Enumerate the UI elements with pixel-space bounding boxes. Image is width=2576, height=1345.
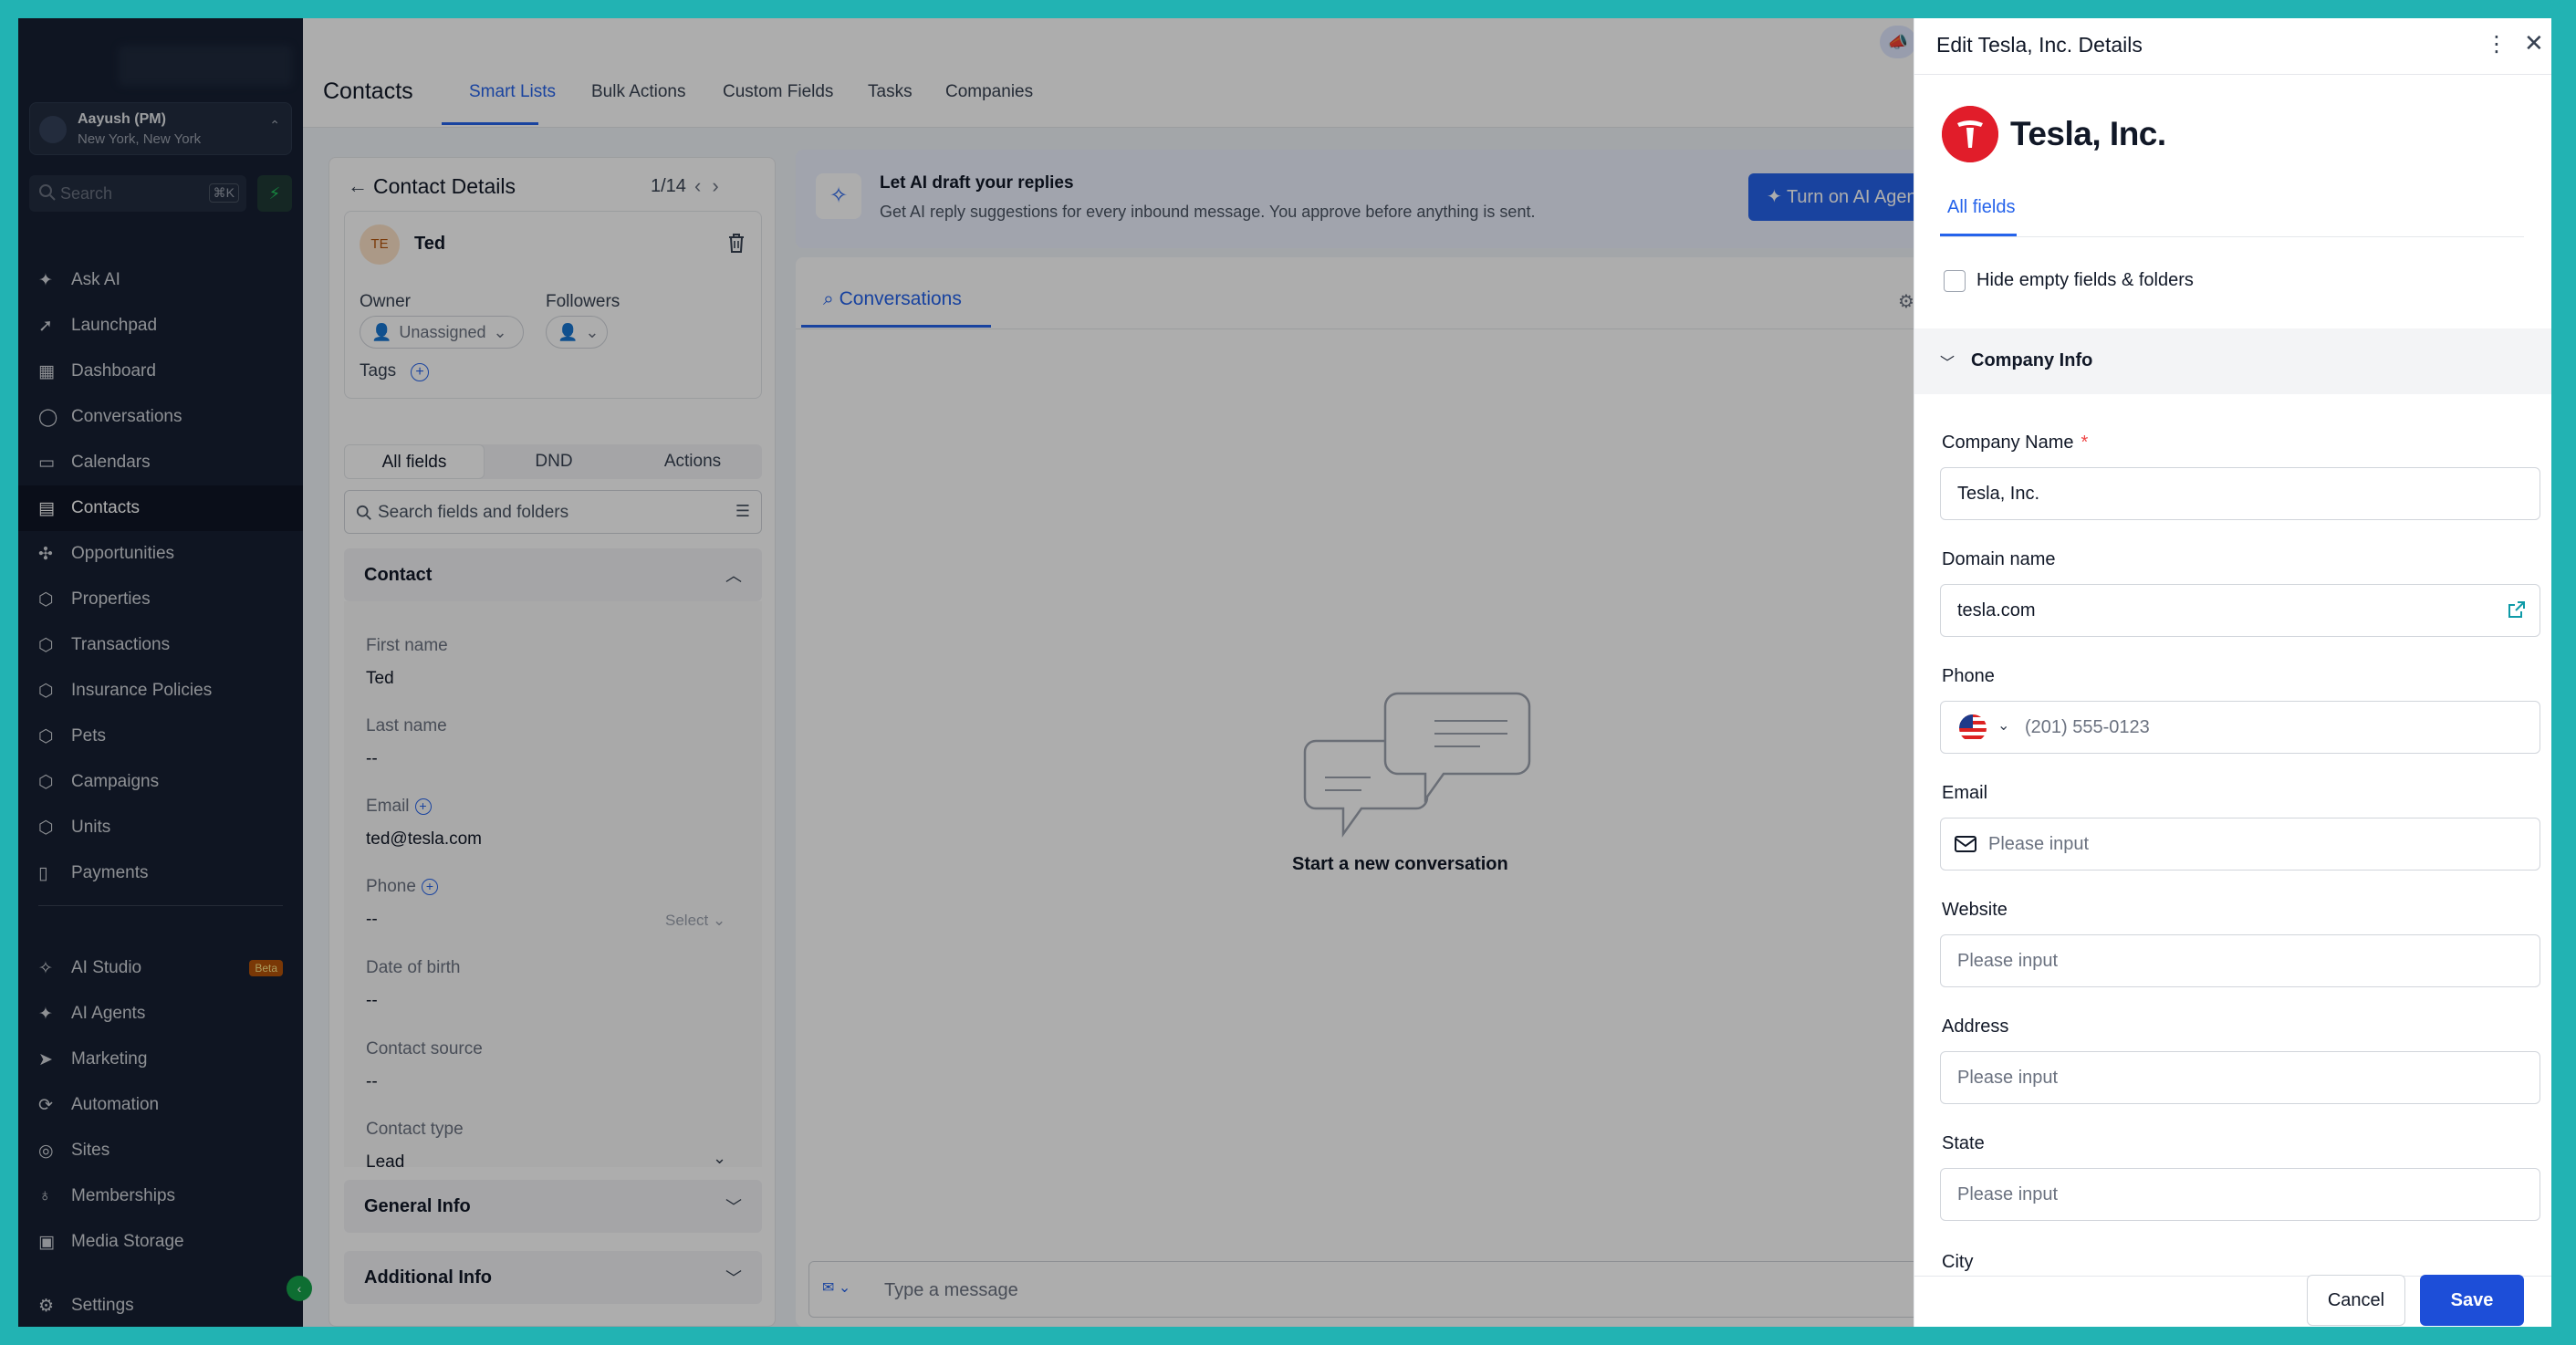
drawer-title: Edit Tesla, Inc. Details — [1936, 33, 2143, 57]
website-input[interactable]: Please input — [1940, 934, 2540, 987]
company-name-input[interactable]: Tesla, Inc. — [1940, 467, 2540, 520]
input-placeholder: (201) 555-0123 — [2025, 717, 2150, 737]
divider — [1940, 236, 2524, 237]
required-marker: * — [2081, 433, 2089, 453]
city-label: City — [1942, 1252, 1974, 1272]
app-window: Aayush (PM) New York, New York ⌃ Search … — [18, 18, 2551, 1327]
input-placeholder: Please input — [1957, 1068, 2059, 1088]
phone-label: Phone — [1942, 666, 1995, 686]
hide-empty-checkbox[interactable] — [1944, 270, 1966, 292]
domain-name-label: Domain name — [1942, 549, 2056, 569]
hide-empty-label[interactable]: Hide empty fields & folders — [1976, 270, 2194, 291]
input-value: Tesla, Inc. — [1957, 484, 2040, 504]
section-title: Company Info — [1971, 350, 2093, 370]
company-name-label: Company Name * — [1942, 433, 2088, 454]
state-input[interactable]: Please input — [1940, 1168, 2540, 1221]
state-label: State — [1942, 1133, 1985, 1153]
input-value: tesla.com — [1957, 600, 2036, 620]
email-input[interactable]: Please input — [1940, 818, 2540, 871]
mail-icon — [1955, 836, 1976, 852]
kebab-menu-icon[interactable]: ⋮ — [2486, 31, 2508, 57]
modal-overlay[interactable] — [18, 18, 1914, 1327]
chevron-down-icon[interactable]: ⌄ — [1997, 716, 2009, 735]
tab-all-fields[interactable]: All fields — [1947, 197, 2015, 218]
input-placeholder: Please input — [1988, 834, 2090, 854]
domain-name-input[interactable]: tesla.com — [1940, 584, 2540, 637]
email-label: Email — [1942, 783, 1988, 803]
drawer-footer: Cancel Save — [1914, 1275, 2551, 1327]
address-label: Address — [1942, 1017, 2009, 1037]
edit-company-drawer: Edit Tesla, Inc. Details ⋮ ✕ Tesla, Inc.… — [1914, 18, 2551, 1327]
drawer-header: Edit Tesla, Inc. Details ⋮ ✕ — [1914, 18, 2551, 75]
tesla-logo — [1942, 106, 1998, 162]
chevron-down-icon: ﹀ — [1940, 356, 1955, 371]
address-input[interactable]: Please input — [1940, 1051, 2540, 1104]
save-button[interactable]: Save — [2420, 1275, 2524, 1326]
phone-input[interactable]: ⌄ (201) 555-0123 — [1940, 701, 2540, 754]
cancel-button[interactable]: Cancel — [2307, 1275, 2405, 1326]
company-name-heading: Tesla, Inc. — [2010, 115, 2166, 152]
external-link-icon[interactable] — [2507, 600, 2527, 620]
close-icon[interactable]: ✕ — [2524, 29, 2544, 57]
input-placeholder: Please input — [1957, 951, 2059, 971]
website-label: Website — [1942, 900, 2008, 920]
input-placeholder: Please input — [1957, 1184, 2059, 1204]
label-text: Company Name — [1942, 433, 2074, 453]
company-fields: Company Name * Tesla, Inc. Domain name te… — [1914, 394, 2551, 1276]
us-flag-icon[interactable] — [1957, 714, 1988, 743]
section-company-info-header[interactable]: ﹀ Company Info — [1914, 328, 2551, 394]
